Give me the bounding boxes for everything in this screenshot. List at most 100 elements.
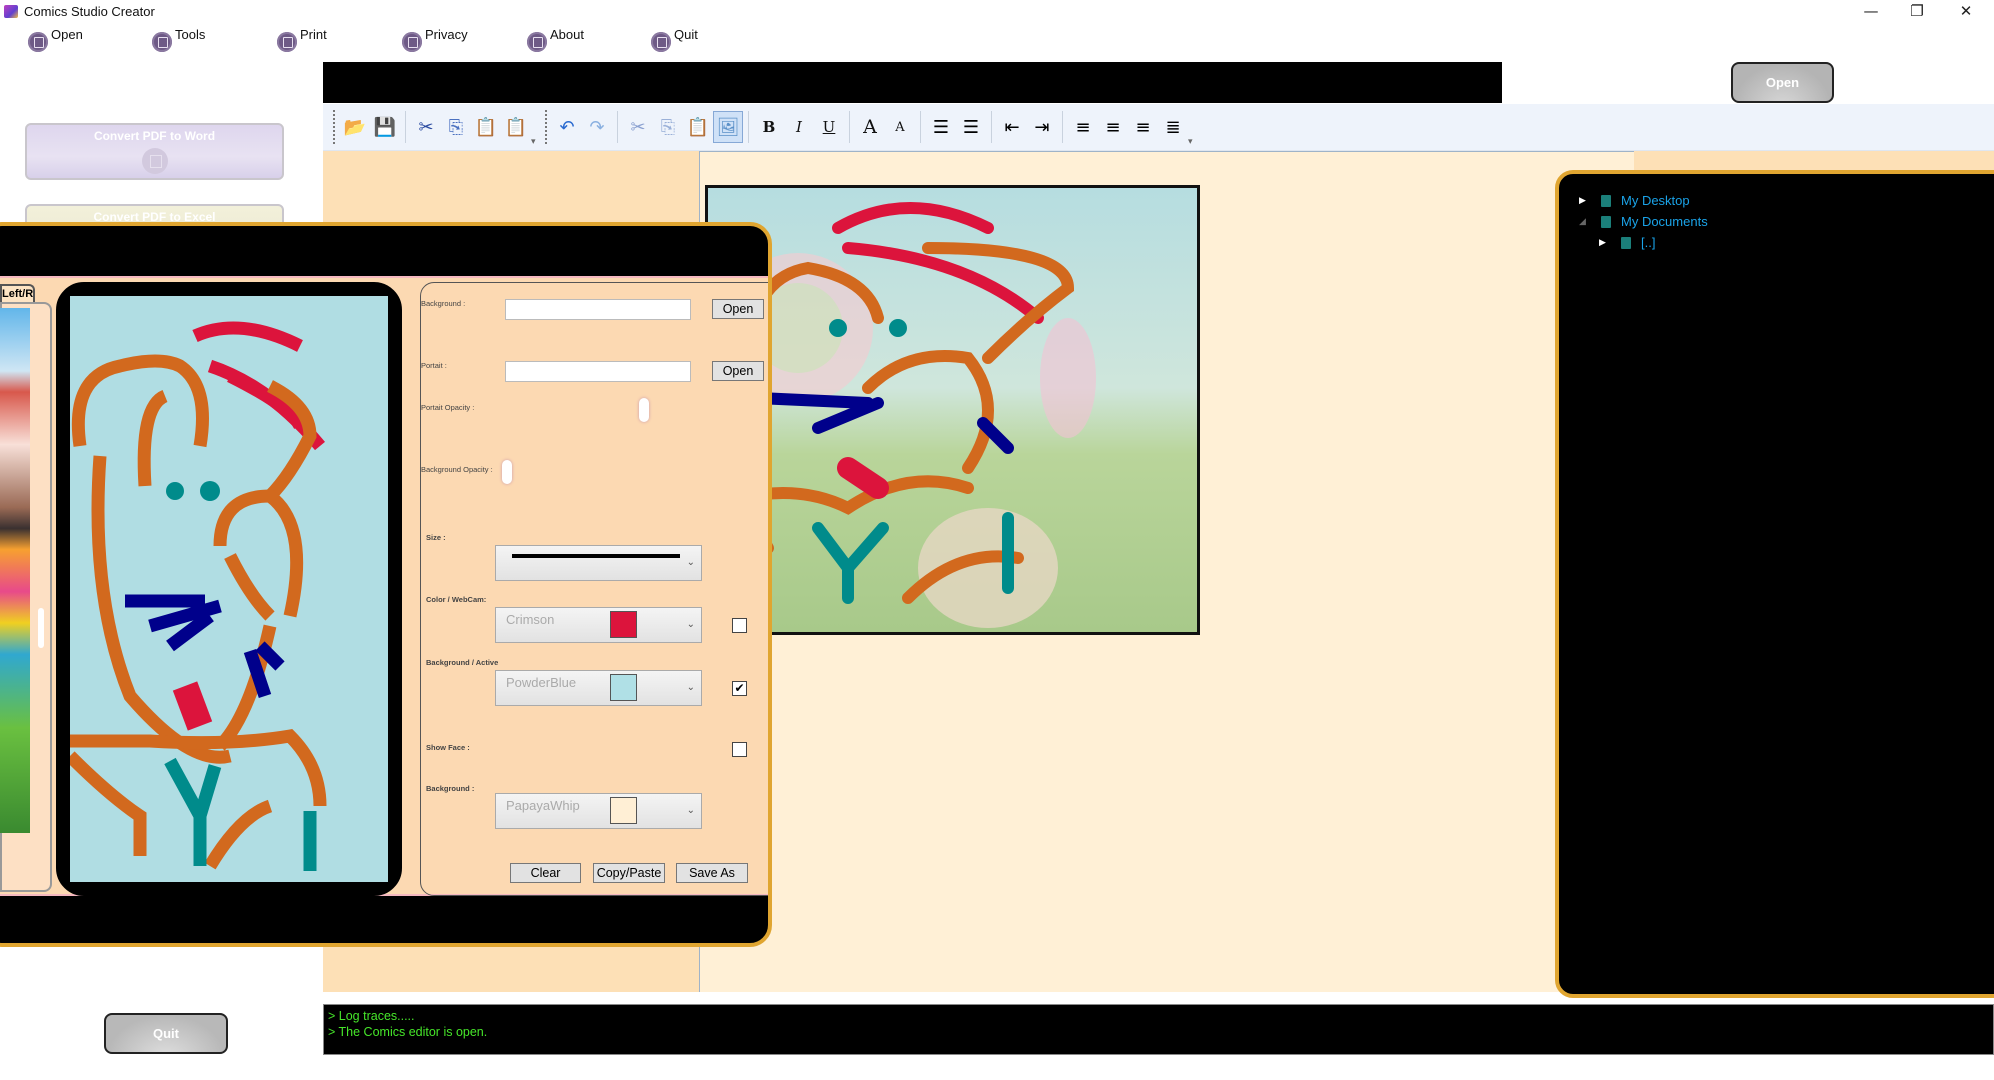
chevron-down-icon: ⌄	[686, 557, 695, 568]
convert-pdf-to-word-button[interactable]: Convert PDF to Word	[25, 123, 284, 180]
thumbnail-image[interactable]	[0, 308, 30, 833]
menu-privacy[interactable]: Privacy	[402, 27, 468, 53]
page-background-dropdown[interactable]: PapayaWhip ⌄	[495, 793, 702, 829]
toolbar-grip[interactable]	[545, 110, 548, 144]
open-background-button[interactable]: Open	[712, 299, 764, 319]
thumbnail-scrollbar[interactable]	[38, 608, 44, 648]
grow-font-button[interactable]: A	[855, 111, 885, 143]
comic-drawing	[708, 202, 1096, 628]
justify-icon[interactable]: ≣	[1158, 111, 1188, 143]
show-face-checkbox[interactable]	[732, 742, 747, 757]
log-console: > Log traces..... > The Comics editor is…	[323, 1004, 1994, 1055]
copy-icon[interactable]: ⎘	[441, 111, 471, 143]
color-swatch	[610, 674, 637, 701]
align-right-icon[interactable]: ≡	[1128, 111, 1158, 143]
background-path-input[interactable]	[505, 299, 691, 320]
tree-item-parent-folder[interactable]: ▶ [..]	[1579, 232, 1994, 253]
menu-print[interactable]: Print	[277, 27, 327, 53]
page-background-label: Background :	[426, 784, 475, 793]
background-opacity-slider[interactable]	[501, 460, 512, 484]
toolbar-separator	[748, 111, 749, 143]
log-line: > The Comics editor is open.	[328, 1025, 488, 1039]
clear-button[interactable]: Clear	[510, 863, 581, 883]
save-as-button[interactable]: Save As	[676, 863, 748, 883]
shrink-font-button[interactable]: A	[885, 111, 915, 143]
folder-icon	[1621, 236, 1631, 249]
chevron-down-icon: ⌄	[686, 682, 695, 693]
open-portrait-button[interactable]: Open	[712, 361, 764, 381]
editor-toolbar: 📂 💾 ✂ ⎘ 📋 📋 ▾ ↶ ↷ ✂ ⎘ 📋 🖼 B I U A A ☰ ☰ …	[323, 104, 1994, 151]
quit-button[interactable]: Quit	[104, 1013, 228, 1054]
align-left-icon[interactable]: ≡	[1068, 111, 1098, 143]
background-color-dropdown[interactable]: PowderBlue ⌄	[495, 670, 702, 706]
tab-left-right[interactable]: Left/Right	[0, 284, 35, 302]
cut-icon[interactable]: ✂	[623, 111, 653, 143]
stroke-orange	[224, 553, 275, 621]
increase-indent-icon[interactable]: ⇥	[1027, 111, 1057, 143]
eye-mark	[889, 319, 907, 337]
canvas-drawing	[65, 321, 327, 871]
background-active-checkbox[interactable]: ✔	[732, 681, 747, 696]
portrait-path-input[interactable]	[505, 361, 691, 382]
background-active-label: Background / Active	[426, 658, 499, 667]
undo-icon[interactable]: ↶	[552, 111, 582, 143]
portrait-opacity-slider[interactable]	[639, 398, 649, 422]
paste-special-icon[interactable]: 📋	[501, 111, 531, 143]
color-swatch	[610, 611, 637, 638]
numbered-list-icon[interactable]: ☰	[956, 111, 986, 143]
app-logo-icon	[4, 5, 18, 18]
open-button[interactable]: Open	[1731, 62, 1834, 103]
toolbar-separator	[405, 111, 406, 143]
size-label: Size :	[426, 533, 446, 542]
chevron-down-icon: ⌄	[686, 805, 695, 816]
close-button[interactable]: ✕	[1943, 0, 1989, 24]
menu-open[interactable]: Open	[28, 27, 83, 53]
copy-icon[interactable]: ⎘	[653, 111, 683, 143]
tree-item-my-documents[interactable]: ◢ My Documents	[1579, 211, 1994, 232]
drawing-canvas[interactable]	[65, 296, 388, 882]
align-center-icon[interactable]: ≡	[1098, 111, 1128, 143]
file-tree-panel: ▶ My Desktop ◢ My Documents ▶ [..]	[1555, 170, 1994, 998]
cut-icon[interactable]: ✂	[411, 111, 441, 143]
insert-image-icon[interactable]: 🖼	[713, 111, 743, 143]
chevron-down-icon: ⌄	[686, 619, 695, 630]
paste-icon[interactable]: 📋	[471, 111, 501, 143]
portrait-label: Portait :	[421, 361, 447, 370]
decrease-indent-icon[interactable]: ⇤	[997, 111, 1027, 143]
stroke-size-dropdown[interactable]: ⌄	[495, 545, 702, 581]
menu-label: Privacy	[425, 27, 468, 42]
paste-icon[interactable]: 📋	[683, 111, 713, 143]
copy-paste-button[interactable]: Copy/Paste	[593, 863, 665, 883]
bullet-list-icon[interactable]: ☰	[926, 111, 956, 143]
overflow-icon[interactable]: ▾	[531, 136, 541, 147]
printer-icon	[402, 32, 422, 52]
menu-about[interactable]: About	[527, 27, 584, 53]
stroke-color-dropdown[interactable]: Crimson ⌄	[495, 607, 702, 643]
expand-arrow-icon[interactable]: ▶	[1599, 237, 1613, 248]
bold-button[interactable]: B	[754, 111, 784, 143]
dialog-body: Left/Right	[0, 276, 768, 896]
italic-button[interactable]: I	[784, 111, 814, 143]
redo-icon[interactable]: ↷	[582, 111, 612, 143]
drawing-dialog: Left/Right	[0, 222, 772, 947]
save-icon[interactable]: 💾	[370, 111, 400, 143]
color-webcam-label: Color / WebCam:	[426, 595, 487, 604]
expand-arrow-icon[interactable]: ▶	[1579, 195, 1593, 206]
stroke-orange	[137, 389, 169, 487]
webcam-checkbox[interactable]	[732, 618, 747, 633]
open-folder-icon[interactable]: 📂	[340, 111, 370, 143]
comic-image[interactable]	[705, 185, 1200, 635]
menu-quit[interactable]: Quit	[651, 27, 698, 53]
overflow-icon[interactable]: ▾	[1188, 136, 1198, 147]
tree-item-my-desktop[interactable]: ▶ My Desktop	[1579, 190, 1994, 211]
printer-icon	[527, 32, 547, 52]
color-swatch	[610, 797, 637, 824]
menu-label: Tools	[175, 27, 206, 42]
underline-button[interactable]: U	[814, 111, 844, 143]
restore-button[interactable]: ❐	[1894, 0, 1940, 24]
toolbar-grip[interactable]	[333, 110, 336, 144]
minimize-button[interactable]: —	[1848, 0, 1894, 24]
toolbar-separator	[617, 111, 618, 143]
collapse-arrow-icon[interactable]: ◢	[1579, 216, 1593, 227]
menu-tools[interactable]: Tools	[152, 27, 205, 53]
